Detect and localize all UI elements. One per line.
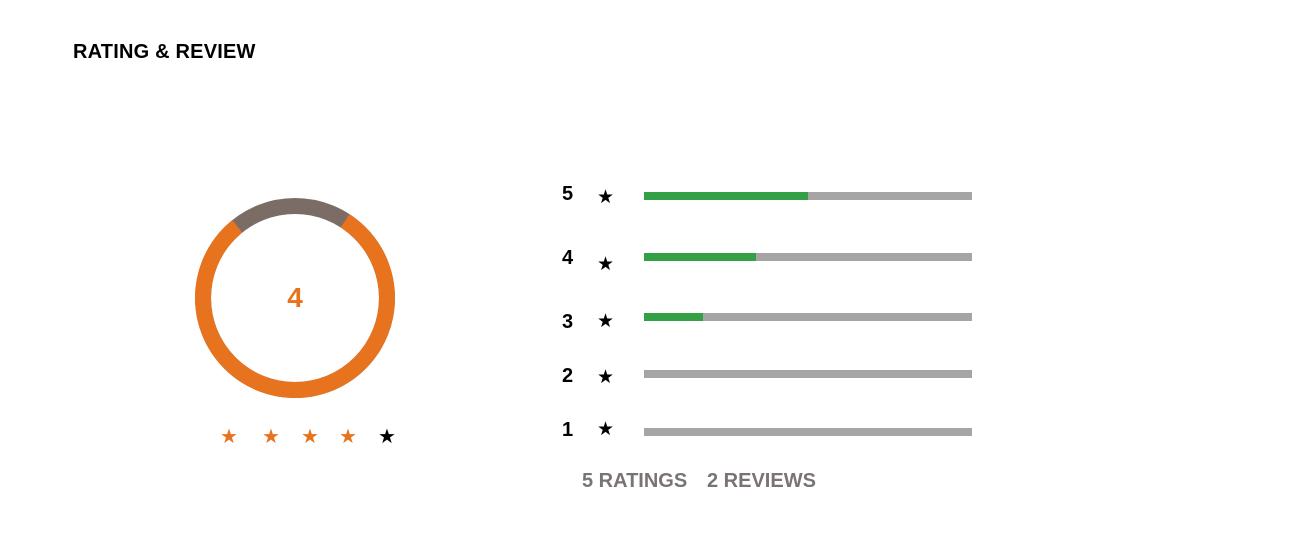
breakdown-bar-4 <box>644 253 972 261</box>
breakdown-label-4: 4 <box>562 247 574 269</box>
breakdown-bar-fill-4 <box>644 253 756 261</box>
star-icon: ★ <box>378 424 396 448</box>
breakdown-bar-5 <box>644 192 972 200</box>
section-title: RATING & REVIEW <box>73 41 256 63</box>
star-icon: ★ <box>339 424 357 448</box>
breakdown-bar-fill-5 <box>644 192 808 200</box>
star-icon: ★ <box>301 424 319 448</box>
breakdown-bar-2 <box>644 370 972 378</box>
star-icon: ★ <box>597 253 615 275</box>
star-icon: ★ <box>220 424 238 448</box>
star-icon: ★ <box>262 424 280 448</box>
reviews-count[interactable]: 2 REVIEWS <box>707 469 816 493</box>
ratings-count[interactable]: 5 RATINGS <box>582 469 687 493</box>
breakdown-label-2: 2 <box>562 365 574 387</box>
breakdown-label-3: 3 <box>562 311 574 333</box>
breakdown-bar-1 <box>644 428 972 436</box>
overall-rating-donut: 4 <box>190 193 400 403</box>
star-icon: ★ <box>597 366 615 388</box>
overall-rating-value: 4 <box>287 282 303 313</box>
star-icon: ★ <box>597 310 615 332</box>
star-icon: ★ <box>597 418 615 440</box>
star-icon: ★ <box>597 186 615 208</box>
breakdown-bar-3 <box>644 313 972 321</box>
breakdown-bar-fill-3 <box>644 313 704 321</box>
breakdown-label-5: 5 <box>562 183 574 205</box>
breakdown-label-1: 1 <box>562 419 574 441</box>
